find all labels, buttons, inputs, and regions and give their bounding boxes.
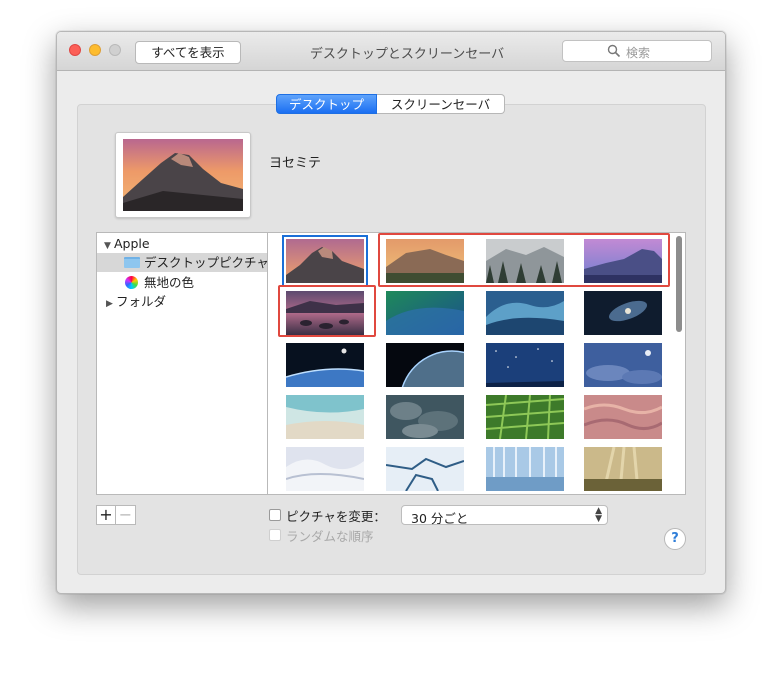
- wallpaper-thumbnail[interactable]: [486, 291, 564, 335]
- change-picture-label: ピクチャを変更：: [286, 509, 386, 524]
- wallpaper-image: [386, 343, 464, 387]
- wallpaper-image: [486, 239, 564, 283]
- updown-arrows-icon: ▲ ▼: [595, 506, 602, 524]
- wallpaper-thumbnail[interactable]: [386, 447, 464, 491]
- wallpaper-grid: [268, 232, 686, 495]
- wallpaper-image: [584, 239, 662, 283]
- wallpaper-thumbnail[interactable]: [486, 395, 564, 439]
- wallpaper-image: [486, 395, 564, 439]
- search-icon: [607, 44, 621, 58]
- interval-value: 30 分ごと: [411, 511, 469, 526]
- color-wheel-icon: [125, 276, 138, 289]
- wallpaper-thumbnail[interactable]: [584, 343, 662, 387]
- current-picture-preview: [115, 132, 251, 218]
- wallpaper-thumbnail[interactable]: [386, 291, 464, 335]
- wallpaper-image: [286, 343, 364, 387]
- change-picture-checkbox[interactable]: [269, 509, 281, 521]
- wallpaper-image: [486, 447, 564, 491]
- current-picture-name: ヨセミテ: [269, 156, 322, 171]
- current-picture-image: [123, 139, 243, 211]
- wallpaper-image: [584, 447, 662, 491]
- sidebar-group-apple[interactable]: ▼ Apple: [97, 234, 267, 253]
- wallpaper-image: [286, 395, 364, 439]
- wallpaper-thumbnail[interactable]: [282, 235, 368, 287]
- search-field[interactable]: 検索: [562, 40, 712, 62]
- wallpaper-thumbnail[interactable]: [286, 395, 364, 439]
- sidebar-item-solid-colors[interactable]: 無地の色: [97, 273, 267, 292]
- wallpaper-image: [286, 447, 364, 491]
- title-bar: すべてを表示 デスクトップとスクリーンセーバ 検索: [57, 32, 725, 71]
- random-order-label: ランダムな順序: [286, 529, 374, 544]
- tab-screensaver[interactable]: スクリーンセーバ: [377, 94, 505, 114]
- wallpaper-image: [486, 343, 564, 387]
- preferences-window: すべてを表示 デスクトップとスクリーンセーバ 検索 デスクトップ スクリーンセー…: [56, 31, 726, 594]
- wallpaper-image: [584, 291, 662, 335]
- add-folder-button[interactable]: +: [96, 505, 116, 525]
- random-order-checkbox: [269, 529, 281, 541]
- interval-popup[interactable]: 30 分ごと ▲ ▼: [401, 505, 608, 526]
- remove-folder-button: −: [116, 505, 136, 525]
- wallpaper-image: [386, 239, 464, 283]
- wallpaper-thumbnail[interactable]: [584, 447, 662, 491]
- sidebar-group-folders[interactable]: ▶ フォルダ: [97, 292, 267, 311]
- source-sidebar: ▼ Apple デスクトップピクチャ 無地の色 ▶ フォルダ: [96, 232, 269, 495]
- sidebar-item-desktop-pictures[interactable]: デスクトップピクチャ: [97, 253, 269, 272]
- wallpaper-image: [282, 235, 368, 287]
- help-button[interactable]: ?: [664, 528, 686, 550]
- wallpaper-thumbnail[interactable]: [286, 447, 364, 491]
- scroll-thumb[interactable]: [676, 236, 682, 332]
- wallpaper-image: [386, 395, 464, 439]
- wallpaper-image: [286, 291, 364, 335]
- zoom-button: [109, 44, 121, 56]
- wallpaper-image: [386, 291, 464, 335]
- wallpaper-thumbnail[interactable]: [286, 291, 364, 335]
- wallpaper-thumbnail[interactable]: [486, 239, 564, 283]
- sidebar-item-label: デスクトップピクチャ: [144, 255, 269, 270]
- wallpaper-image: [486, 291, 564, 335]
- sidebar-group-label: Apple: [114, 236, 150, 251]
- wallpaper-thumbnail[interactable]: [486, 447, 564, 491]
- sidebar-item-label: 無地の色: [144, 275, 195, 290]
- wallpaper-image: [386, 447, 464, 491]
- wallpaper-image: [584, 395, 662, 439]
- wallpaper-thumbnail[interactable]: [584, 395, 662, 439]
- wallpaper-thumbnail[interactable]: [286, 343, 364, 387]
- sidebar-group-label: フォルダ: [116, 294, 167, 309]
- show-all-button[interactable]: すべてを表示: [135, 41, 241, 64]
- wallpaper-image: [584, 343, 662, 387]
- folder-icon: [124, 257, 140, 268]
- minimize-button[interactable]: [89, 44, 101, 56]
- wallpaper-thumbnail[interactable]: [486, 343, 564, 387]
- vertical-scrollbar[interactable]: [675, 235, 683, 494]
- wallpaper-thumbnail[interactable]: [386, 395, 464, 439]
- wallpaper-thumbnail[interactable]: [386, 343, 464, 387]
- wallpaper-thumbnail[interactable]: [584, 239, 662, 283]
- tab-desktop[interactable]: デスクトップ: [276, 94, 377, 114]
- wallpaper-thumbnail[interactable]: [584, 291, 662, 335]
- window-title: デスクトップとスクリーンセーバ: [309, 47, 505, 62]
- close-button[interactable]: [69, 44, 81, 56]
- search-placeholder: 検索: [626, 46, 651, 60]
- wallpaper-thumbnail[interactable]: [386, 239, 464, 283]
- disclosure-closed-icon[interactable]: ▶: [106, 295, 116, 314]
